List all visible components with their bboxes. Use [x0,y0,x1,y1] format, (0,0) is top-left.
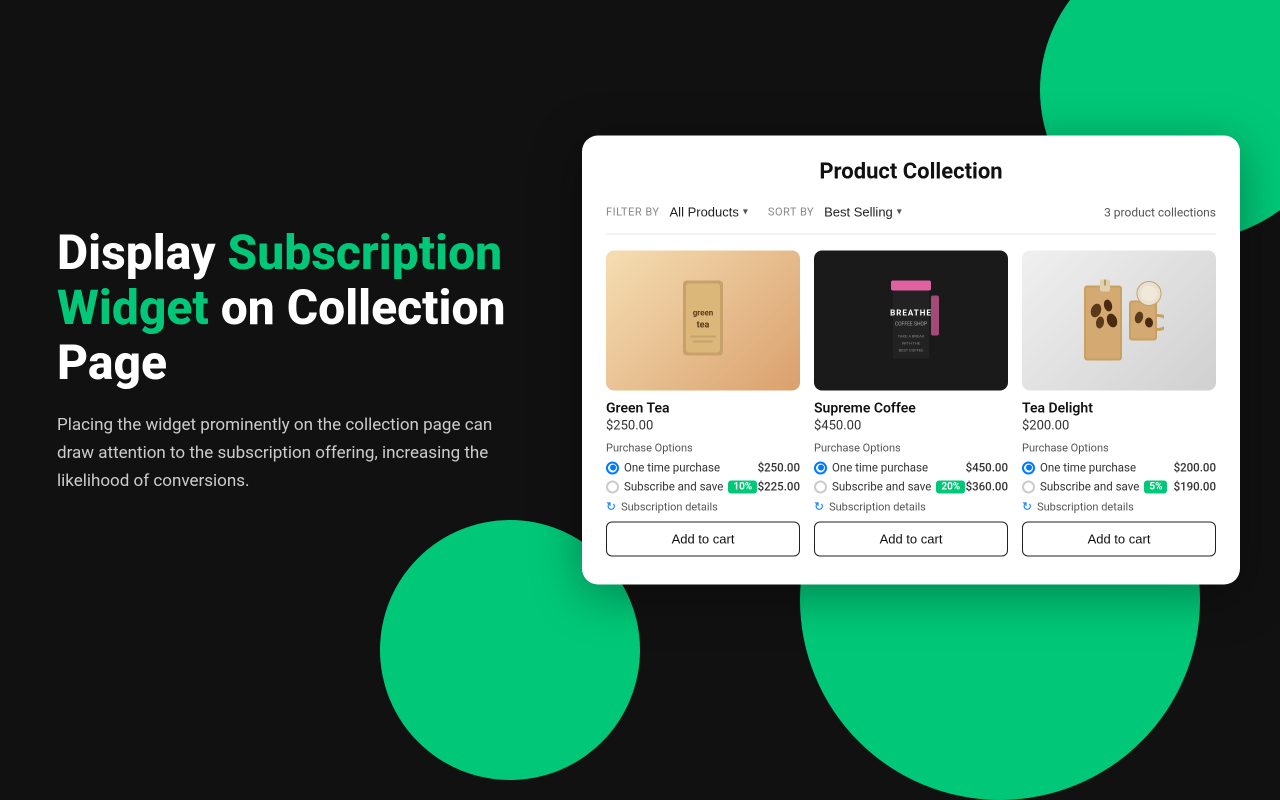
svg-text:COFFEE SHOP: COFFEE SHOP [895,322,927,328]
option-label-one-time-supreme-coffee: One time purchase [832,461,928,475]
green-tea-image: green tea [606,251,800,391]
radio-one-time-green-tea[interactable] [606,461,619,474]
filter-label: FILTER BY [606,206,660,219]
subscription-details-label-supreme-coffee: Subscription details [829,500,926,513]
product-image-supreme-coffee: BREATHE COFFEE SHOP TAKE A BREAK WITH TH… [814,251,1008,391]
product-price-tea-delight: $200.00 [1022,419,1216,434]
product-image-green-tea: green tea [606,251,800,391]
option-price-one-time-supreme-coffee: $450.00 [966,461,1008,475]
sort-label: SORT BY [768,206,814,219]
hero-description: Placing the widget prominently on the co… [57,411,517,495]
panel-title: Product Collection [606,160,1216,185]
product-price-green-tea: $250.00 [606,419,800,434]
svg-text:WITH THE: WITH THE [902,341,921,346]
supreme-coffee-svg: BREATHE COFFEE SHOP TAKE A BREAK WITH TH… [871,266,951,376]
product-name-tea-delight: Tea Delight [1022,401,1216,417]
option-row-one-time-supreme-coffee[interactable]: One time purchase $450.00 [814,461,1008,475]
subscription-icon-tea-delight: ↻ [1022,500,1032,514]
sort-chevron-icon: ▾ [897,207,902,218]
option-label-one-time-green-tea: One time purchase [624,461,720,475]
tea-delight-svg [1074,266,1164,376]
svg-text:BEST COFFEE: BEST COFFEE [899,348,924,353]
product-name-supreme-coffee: Supreme Coffee [814,401,1008,417]
subscription-details-tea-delight[interactable]: ↻ Subscription details [1022,500,1216,514]
option-price-subscribe-supreme-coffee: $360.00 [966,480,1008,494]
filter-value: All Products [670,205,739,220]
option-row-subscribe-green-tea[interactable]: Subscribe and save 10% $225.00 [606,480,800,494]
purchase-options-label-supreme-coffee: Purchase Options [814,442,1008,455]
option-price-subscribe-tea-delight: $190.00 [1174,480,1216,494]
radio-subscribe-supreme-coffee[interactable] [814,480,827,493]
option-label-subscribe-tea-delight: Subscribe and save [1040,480,1139,494]
collection-count: 3 product collections [1104,205,1216,219]
subscription-icon-supreme-coffee: ↻ [814,500,824,514]
svg-text:tea: tea [697,321,710,331]
sort-dropdown[interactable]: Best Selling ▾ [820,203,906,222]
option-row-subscribe-supreme-coffee[interactable]: Subscribe and save 20% $360.00 [814,480,1008,494]
svg-text:green: green [693,309,714,318]
product-card-green-tea: green tea Green Tea $250.00 Purchase Opt… [606,251,800,557]
radio-one-time-tea-delight[interactable] [1022,461,1035,474]
radio-subscribe-green-tea[interactable] [606,480,619,493]
add-to-cart-tea-delight[interactable]: Add to cart [1022,522,1216,557]
option-label-one-time-tea-delight: One time purchase [1040,461,1136,475]
toolbar-filters: FILTER BY All Products ▾ SORT BY Best Se… [606,203,906,222]
option-row-subscribe-tea-delight[interactable]: Subscribe and save 5% $190.00 [1022,480,1216,494]
subscription-icon-green-tea: ↻ [606,500,616,514]
subscription-details-green-tea[interactable]: ↻ Subscription details [606,500,800,514]
product-image-tea-delight [1022,251,1216,391]
product-card-supreme-coffee: BREATHE COFFEE SHOP TAKE A BREAK WITH TH… [814,251,1008,557]
add-to-cart-supreme-coffee[interactable]: Add to cart [814,522,1008,557]
radio-subscribe-tea-delight[interactable] [1022,480,1035,493]
svg-text:BREATHE: BREATHE [890,309,932,318]
badge-supreme-coffee: 20% [936,480,965,493]
sort-value: Best Selling [824,205,893,220]
svg-text:TAKE A BREAK: TAKE A BREAK [898,334,925,339]
products-grid: green tea Green Tea $250.00 Purchase Opt… [606,251,1216,557]
product-card-tea-delight: Tea Delight $200.00 Purchase Options One… [1022,251,1216,557]
purchase-options-label-tea-delight: Purchase Options [1022,442,1216,455]
option-price-subscribe-green-tea: $225.00 [758,480,800,494]
product-name-green-tea: Green Tea [606,401,800,417]
option-label-subscribe-green-tea: Subscribe and save [624,480,723,494]
purchase-options-label-green-tea: Purchase Options [606,442,800,455]
hero-section: Display Subscription Widget on Collectio… [57,225,567,495]
add-to-cart-green-tea[interactable]: Add to cart [606,522,800,557]
option-row-one-time-green-tea[interactable]: One time purchase $250.00 [606,461,800,475]
subscription-details-label-green-tea: Subscription details [621,500,718,513]
hero-title: Display Subscription Widget on Collectio… [57,225,567,391]
option-row-one-time-tea-delight[interactable]: One time purchase $200.00 [1022,461,1216,475]
option-price-one-time-tea-delight: $200.00 [1174,461,1216,475]
badge-tea-delight: 5% [1144,480,1167,493]
tea-delight-image [1022,251,1216,391]
option-price-one-time-green-tea: $250.00 [758,461,800,475]
filter-chevron-icon: ▾ [743,207,748,218]
subscription-details-supreme-coffee[interactable]: ↻ Subscription details [814,500,1008,514]
product-price-supreme-coffee: $450.00 [814,419,1008,434]
product-collection-panel: Product Collection FILTER BY All Product… [582,136,1240,585]
supreme-coffee-image: BREATHE COFFEE SHOP TAKE A BREAK WITH TH… [814,251,1008,391]
green-tea-svg: green tea [668,271,738,371]
badge-green-tea: 10% [728,480,757,493]
subscription-details-label-tea-delight: Subscription details [1037,500,1134,513]
panel-toolbar: FILTER BY All Products ▾ SORT BY Best Se… [606,203,1216,235]
filter-dropdown[interactable]: All Products ▾ [666,203,752,222]
option-label-subscribe-supreme-coffee: Subscribe and save [832,480,931,494]
radio-one-time-supreme-coffee[interactable] [814,461,827,474]
hero-title-part1: Display [57,224,227,281]
